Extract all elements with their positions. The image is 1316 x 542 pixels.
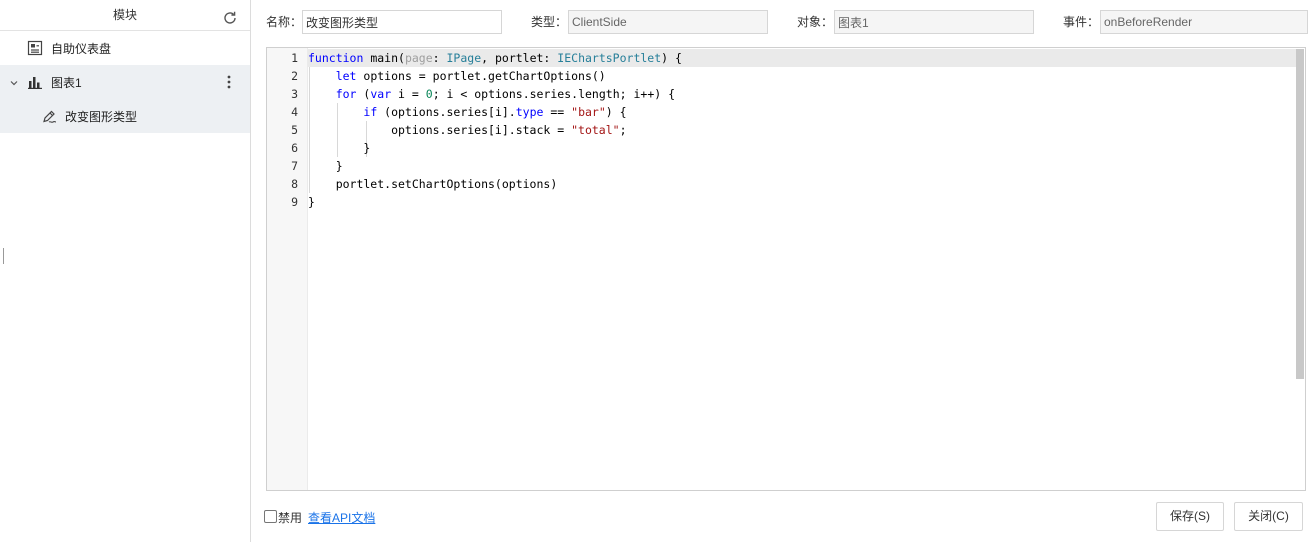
line-number: 9 [291,195,298,209]
tree-item-label: 图表1 [51,75,82,90]
code-editor[interactable]: 1 2 3 4 5 6 7 8 9 function main(page: IP… [266,47,1306,491]
event-field[interactable] [1100,10,1308,34]
type-label: 类型： [531,15,568,29]
line-number: 8 [291,177,298,191]
line-number: 5 [291,123,298,137]
tree-item-label: 自助仪表盘 [51,41,112,56]
line-number: 4 [291,105,298,119]
code-line: options.series[i].stack = "total"; [308,123,627,137]
line-number: 1 [291,51,298,65]
chevron-down-icon[interactable] [9,77,19,87]
event-label: 事件： [1063,15,1100,29]
dashboard-icon [27,40,43,56]
tree-item-script[interactable]: 改变图形类型 [0,99,250,133]
code-line: } [308,195,315,209]
module-panel-header: 模块 [0,0,250,31]
refresh-icon[interactable] [222,7,238,24]
more-vertical-icon[interactable] [226,74,232,90]
line-number: 2 [291,69,298,83]
tree-item-dashboard[interactable]: 自助仪表盘 [0,31,250,65]
line-number: 6 [291,141,298,155]
tree-item-label: 改变图形类型 [65,109,138,124]
code-line: } [308,141,371,155]
code-line: portlet.setChartOptions(options) [308,177,558,191]
code-line: if (options.series[i].type == "bar") { [363,105,627,119]
code-line: } [308,159,343,173]
close-button[interactable]: 关闭(C) [1234,502,1303,531]
name-label: 名称： [266,15,303,29]
api-docs-link[interactable]: 查看API文档 [308,509,375,526]
tree-item-chart[interactable]: 图表1 [0,65,250,99]
script-editor-panel: 名称： 类型： 对象： 事件： 1 2 3 4 5 6 7 8 9 functi… [252,0,1316,542]
splitter-handle[interactable] [3,248,4,264]
disable-checkbox[interactable] [264,510,277,523]
object-field[interactable] [834,10,1034,34]
code-line: let options = portlet.getChartOptions() [335,69,606,83]
code-line: for (var i = 0; i < options.series.lengt… [335,87,676,101]
vertical-scrollbar[interactable] [1296,49,1304,379]
line-number: 3 [291,87,298,101]
object-label: 对象： [797,15,834,29]
name-field[interactable] [302,10,502,34]
module-panel-title: 模块 [112,8,137,22]
code-line: function main(page: IPage, portlet: IECh… [308,51,682,65]
disable-label: 禁用 [278,511,303,525]
bar-chart-icon [27,74,43,90]
line-number: 7 [291,159,298,173]
save-button[interactable]: 保存(S) [1156,502,1224,531]
type-field[interactable] [568,10,768,34]
module-panel: 模块 自助仪表盘 图表1 改变图形类型 [0,0,251,542]
script-edit-icon [41,108,57,124]
